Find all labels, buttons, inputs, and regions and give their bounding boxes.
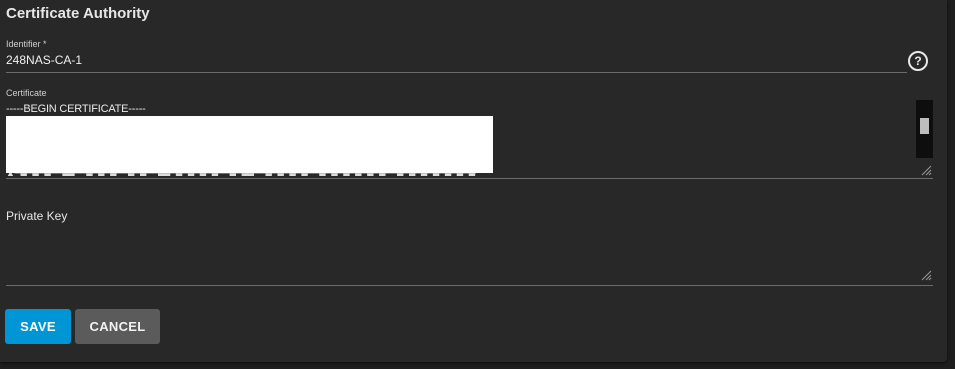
resize-grip-icon[interactable] [920,269,932,281]
certificate-authority-form: Certificate Authority Identifier * 248NA… [0,0,947,362]
redaction-box [6,116,493,173]
private-key-textarea[interactable] [6,226,934,282]
certificate-textarea[interactable]: -----BEGIN CERTIFICATE----- ▲▀▄▀▄▀▄▀▀▄▄▀… [6,100,934,176]
identifier-underline [6,72,907,73]
private-key-label: Private Key [6,209,68,223]
identifier-input[interactable]: 248NAS-CA-1 [6,53,82,67]
form-title: Certificate Authority [6,5,150,22]
identifier-label: Identifier * [6,39,47,49]
private-key-underline [6,285,933,286]
certificate-first-line: -----BEGIN CERTIFICATE----- [6,103,146,115]
cancel-button[interactable]: CANCEL [75,309,160,344]
save-button[interactable]: SAVE [5,309,71,344]
certificate-underline [6,178,933,179]
help-icon[interactable]: ? [908,51,928,71]
certificate-label: Certificate [6,88,47,98]
resize-grip-icon[interactable] [920,164,932,176]
scrollbar-thumb[interactable] [920,118,929,134]
